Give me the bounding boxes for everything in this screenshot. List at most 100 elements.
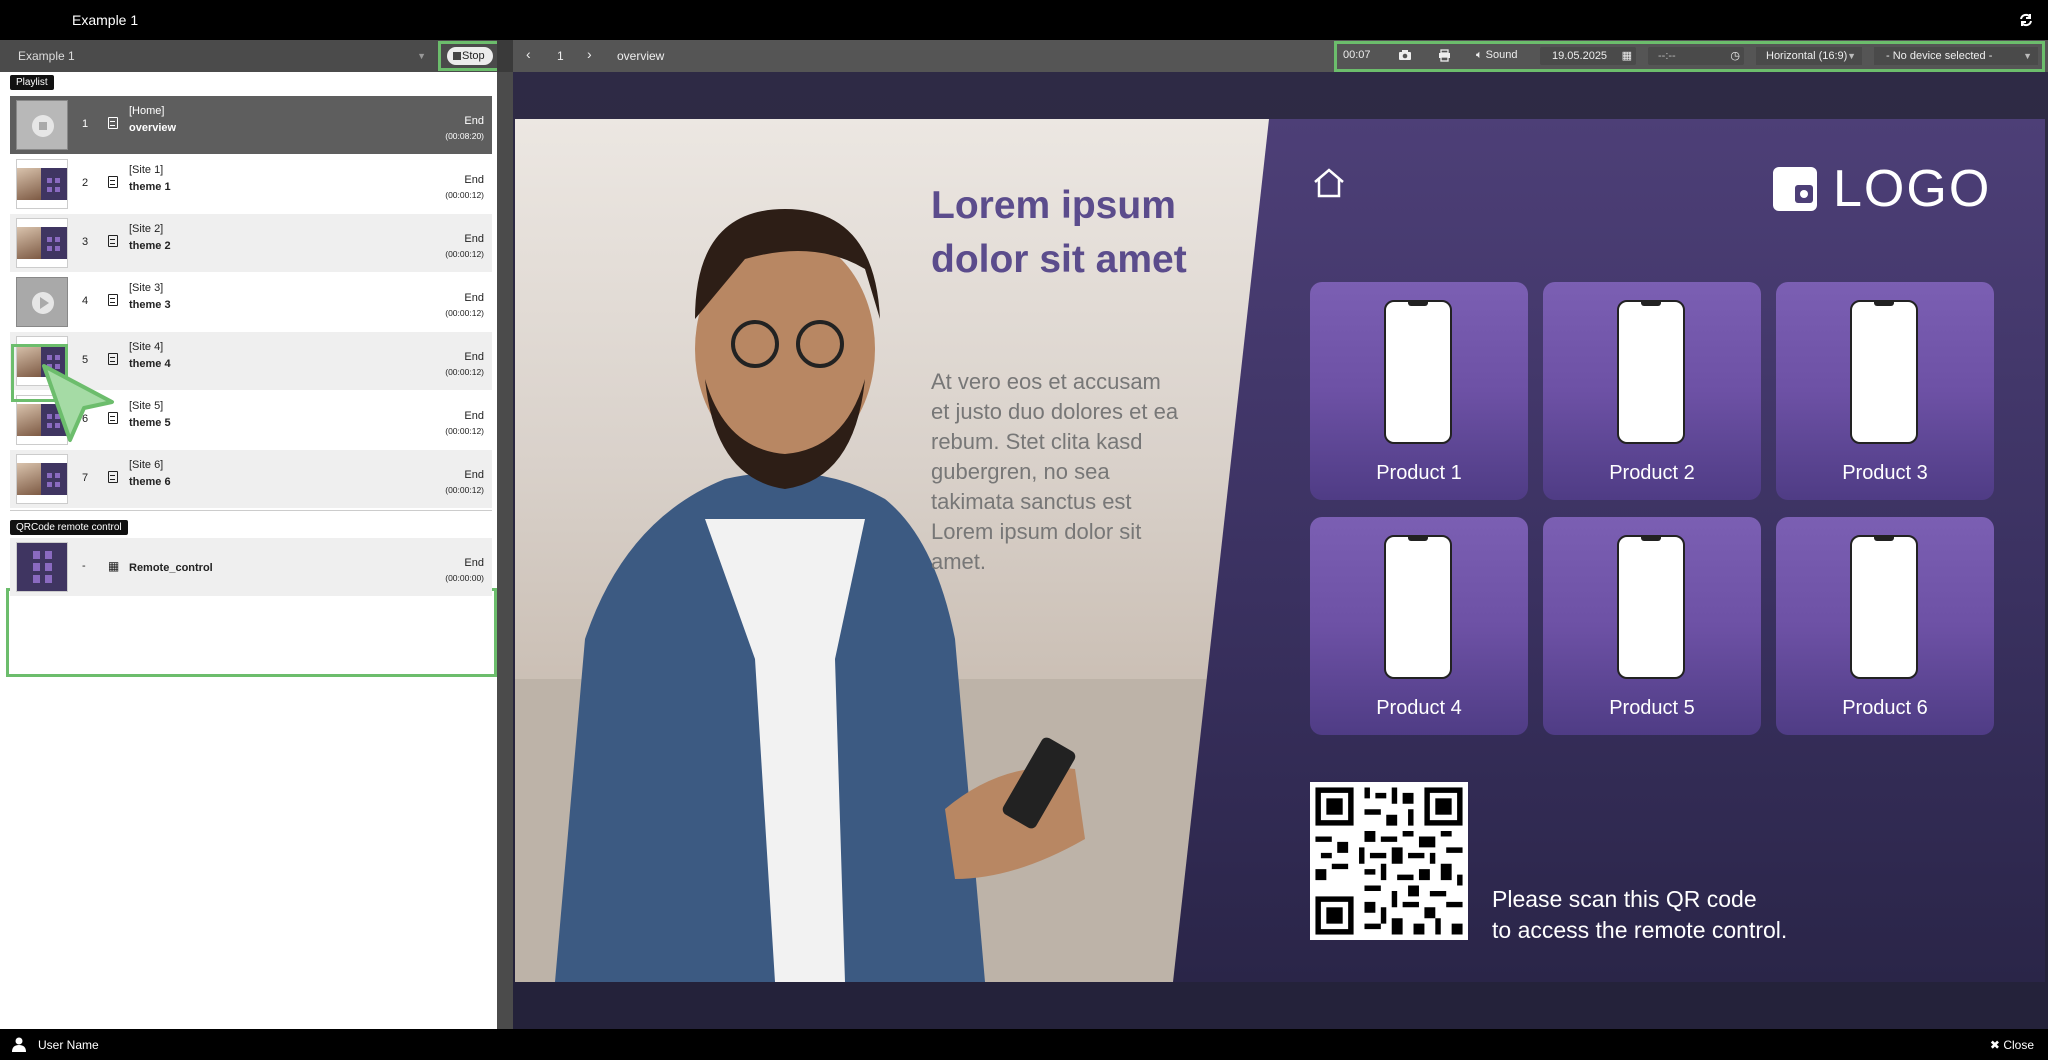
- item-thumbnail: [16, 159, 68, 209]
- title-bar: Example 1: [0, 0, 2048, 40]
- time-input[interactable]: --:-- ◷: [1648, 47, 1744, 65]
- phone-icon: [1850, 300, 1918, 444]
- time-value: --:--: [1658, 50, 1676, 62]
- item-duration: (00:00:12): [445, 485, 484, 495]
- item-site: [Site 1]: [129, 164, 164, 176]
- panel-divider[interactable]: [497, 40, 513, 72]
- product-card[interactable]: Product 1: [1310, 282, 1528, 500]
- item-name: theme 1: [129, 181, 171, 193]
- qr-code-graphic: [1315, 787, 1463, 935]
- playlist-item[interactable]: 1 [Home] overview End (00:08:20): [10, 96, 492, 154]
- camera-icon[interactable]: [1398, 49, 1412, 61]
- device-select[interactable]: - No device selected - ▼: [1874, 47, 2038, 65]
- refresh-icon[interactable]: [2018, 12, 2034, 28]
- item-number: 1: [82, 118, 89, 130]
- html-file-icon: [108, 235, 118, 247]
- logo-text: LOGO: [1833, 160, 1992, 218]
- playlist-toolbar: Example 1 ▼ Stop: [0, 40, 501, 72]
- stop-circle-icon[interactable]: [17, 101, 68, 150]
- phone-icon: [1617, 300, 1685, 444]
- playlist-select-value: Example 1: [18, 49, 75, 63]
- chevron-right-icon[interactable]: ›: [587, 46, 592, 62]
- item-thumbnail: [16, 218, 68, 268]
- close-icon: ✖: [1989, 1038, 2000, 1052]
- item-number: 2: [82, 177, 89, 189]
- item-end: End: [464, 115, 484, 127]
- product-card[interactable]: Product 3: [1776, 282, 1994, 500]
- window-title: Example 1: [72, 12, 139, 28]
- item-duration: (00:00:12): [445, 249, 484, 259]
- item-end: End: [464, 233, 484, 245]
- item-duration: (00:00:00): [445, 573, 484, 583]
- chevron-down-icon: ▼: [1847, 51, 1856, 61]
- product-card[interactable]: Product 4: [1310, 517, 1528, 735]
- user-name[interactable]: User Name: [38, 1038, 99, 1052]
- chevron-down-icon: ▼: [2023, 51, 2032, 61]
- slide-preview[interactable]: Lorem ipsum dolor sit amet At vero eos e…: [515, 119, 2045, 982]
- item-end: End: [464, 174, 484, 186]
- item-site: [Site 5]: [129, 400, 164, 412]
- user-icon: [12, 1037, 26, 1052]
- home-icon[interactable]: [1312, 167, 1346, 199]
- item-number: -: [82, 560, 86, 572]
- orientation-select[interactable]: Horizontal (16:9) ▼: [1756, 47, 1862, 65]
- item-name: theme 5: [129, 417, 171, 429]
- stop-icon: [453, 52, 461, 60]
- brand-logo: LOGO: [1773, 159, 1991, 219]
- page-number: 1: [557, 49, 564, 63]
- slide-headline: Lorem ipsum dolor sit amet: [931, 184, 1187, 281]
- orientation-value: Horizontal (16:9): [1766, 50, 1848, 62]
- calendar-icon: ▦: [1621, 50, 1632, 62]
- item-name: theme 6: [129, 476, 171, 488]
- sound-label: Sound: [1485, 49, 1518, 61]
- scan-instruction: Please scan this QR code to access the r…: [1492, 884, 1787, 946]
- html-file-icon: [108, 294, 118, 306]
- product-card[interactable]: Product 6: [1776, 517, 1994, 735]
- stop-button[interactable]: Stop: [447, 47, 493, 65]
- playlist-item[interactable]: 4 [Site 3] theme 3 End (00:00:12): [10, 273, 492, 331]
- playlist-item[interactable]: 2 [Site 1] theme 1 End (00:00:12): [10, 155, 492, 213]
- separator: [10, 510, 492, 511]
- remote-control-item[interactable]: - ▦ Remote_control End (00:00:00): [10, 538, 492, 596]
- date-input[interactable]: 19.05.2025 ▦: [1540, 47, 1636, 65]
- item-thumbnail: [16, 454, 68, 504]
- playlist-select[interactable]: Example 1 ▼: [8, 44, 428, 68]
- logo-icon: [1773, 167, 1817, 211]
- playlist-item[interactable]: 7 [Site 6] theme 6 End (00:00:12): [10, 450, 492, 508]
- item-end: End: [464, 469, 484, 481]
- item-site: [Site 6]: [129, 459, 164, 471]
- item-end: End: [464, 292, 484, 304]
- item-end: End: [464, 410, 484, 422]
- qr-code-icon: ▦: [108, 559, 120, 573]
- toolbar: Example 1 ▼ Stop ‹ 1 › overview 00:07 🔈︎…: [0, 40, 2048, 72]
- item-name: Remote_control: [129, 562, 213, 574]
- product-card[interactable]: Product 2: [1543, 282, 1761, 500]
- close-label: Close: [2003, 1038, 2034, 1052]
- item-site: [Site 2]: [129, 223, 164, 235]
- item-thumbnail: [16, 542, 68, 592]
- clock-icon: ◷: [1730, 50, 1740, 62]
- item-number: 3: [82, 236, 89, 248]
- item-duration: (00:08:20): [445, 131, 484, 141]
- playlist-item[interactable]: 3 [Site 2] theme 2 End (00:00:12): [10, 214, 492, 272]
- phone-icon: [1850, 535, 1918, 679]
- pointer-cursor-icon: [42, 364, 114, 442]
- product-label: Product 5: [1609, 697, 1695, 719]
- sound-toggle[interactable]: 🔈︎ Sound: [1476, 49, 1517, 62]
- print-icon[interactable]: [1438, 49, 1451, 62]
- play-circle-icon[interactable]: [17, 278, 68, 327]
- item-thumbnail: [16, 277, 68, 327]
- item-number: 7: [82, 472, 89, 484]
- item-end: End: [464, 351, 484, 363]
- status-bar: User Name ✖ Close: [0, 1029, 2048, 1060]
- chevron-left-icon[interactable]: ‹: [526, 46, 531, 62]
- panel-scrollbar[interactable]: [497, 72, 513, 1029]
- close-button[interactable]: ✖ Close: [1990, 1038, 2034, 1052]
- device-value: - No device selected -: [1886, 50, 1993, 62]
- phone-icon: [1384, 300, 1452, 444]
- phone-icon: [1617, 535, 1685, 679]
- item-thumbnail: [16, 100, 68, 150]
- item-duration: (00:00:12): [445, 308, 484, 318]
- product-card[interactable]: Product 5: [1543, 517, 1761, 735]
- html-file-icon: [108, 117, 118, 129]
